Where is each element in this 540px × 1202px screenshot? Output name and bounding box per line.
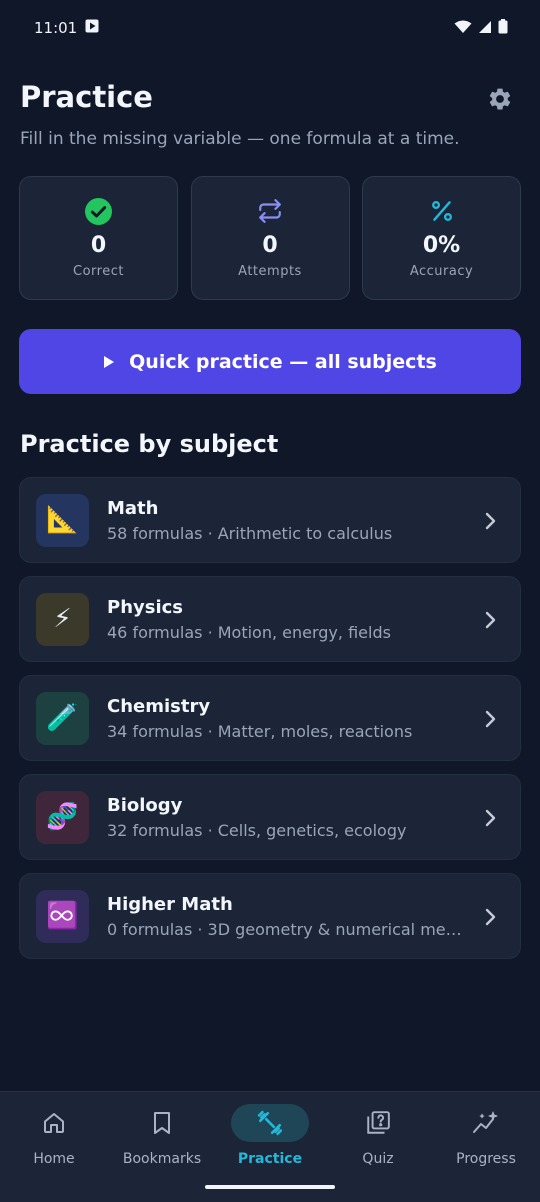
quiz-icon <box>339 1104 417 1142</box>
subject-list: 📐 Math 58 formulas · Arithmetic to calcu… <box>19 477 521 972</box>
stat-label-correct: Correct <box>73 264 124 279</box>
chevron-right-icon <box>485 611 496 629</box>
progress-sparkle-icon <box>447 1104 525 1142</box>
nav-label: Progress <box>456 1151 516 1167</box>
triangle-ruler-icon: 📐 <box>36 493 89 547</box>
quick-practice-button[interactable]: Quick practice — all subjects <box>19 329 521 394</box>
stat-label-accuracy: Accuracy <box>409 264 474 279</box>
subject-desc: 58 formulas · Arithmetic to calculus <box>107 523 393 543</box>
subject-name: Biology <box>107 794 183 816</box>
status-time: 11:01 <box>34 19 78 37</box>
subject-item-math[interactable]: 📐 Math 58 formulas · Arithmetic to calcu… <box>19 477 521 563</box>
header: Practice <box>20 80 520 114</box>
chevron-right-icon <box>485 512 496 530</box>
gear-icon <box>489 88 511 110</box>
stat-value-attempts: 0 <box>262 233 278 258</box>
stats-row: 0 Correct 0 Attempts 0% Accuracy <box>19 176 521 300</box>
nav-label: Home <box>33 1151 75 1167</box>
stat-card-accuracy: 0% Accuracy <box>362 176 521 300</box>
lightning-icon: ⚡ <box>36 592 89 646</box>
section-title: Practice by subject <box>20 430 279 458</box>
nav-label: Bookmarks <box>122 1151 202 1167</box>
stat-value-accuracy: 0% <box>422 233 461 258</box>
dna-icon: 🧬 <box>36 790 89 844</box>
nav-item-quiz[interactable]: Quiz <box>324 1092 432 1202</box>
test-tube-icon: 🧪 <box>36 691 89 745</box>
subject-name: Chemistry <box>107 695 211 717</box>
subject-desc: 34 formulas · Matter, moles, reactions <box>107 721 413 741</box>
subject-item-biology[interactable]: 🧬 Biology 32 formulas · Cells, genetics,… <box>19 774 521 860</box>
percent-icon <box>428 197 456 225</box>
home-icon <box>15 1104 93 1142</box>
infinity-icon: ♾️ <box>36 889 89 943</box>
nav-label: Quiz <box>362 1151 394 1167</box>
nav-item-progress[interactable]: Progress <box>432 1092 540 1202</box>
repeat-icon <box>256 197 284 225</box>
subject-desc: 32 formulas · Cells, genetics, ecology <box>107 820 407 840</box>
subject-name: Higher Math <box>107 893 233 915</box>
status-bar: 11:01 <box>0 0 540 56</box>
battery-icon <box>498 18 508 38</box>
settings-button[interactable] <box>486 85 514 113</box>
media-play-icon <box>85 19 99 37</box>
page-title: Practice <box>20 80 153 114</box>
dumbbell-icon <box>231 1104 309 1142</box>
page-subtitle: Fill in the missing variable — one formu… <box>20 129 460 149</box>
stat-card-correct: 0 Correct <box>19 176 178 300</box>
subject-desc: 46 formulas · Motion, energy, fields <box>107 622 391 642</box>
quick-practice-label: Quick practice — all subjects <box>129 350 437 373</box>
status-left: 11:01 <box>34 19 99 37</box>
play-icon <box>104 355 115 368</box>
chevron-right-icon <box>485 908 496 926</box>
chevron-right-icon <box>485 710 496 728</box>
stat-card-attempts: 0 Attempts <box>190 176 350 300</box>
nav-item-bookmarks[interactable]: Bookmarks <box>108 1092 216 1202</box>
status-right <box>454 18 508 38</box>
subject-desc: 0 formulas · 3D geometry & numerical met… <box>107 919 467 939</box>
nav-item-home[interactable]: Home <box>0 1092 108 1202</box>
stat-label-attempts: Attempts <box>238 264 302 279</box>
home-indicator[interactable] <box>205 1185 335 1189</box>
subject-item-chemistry[interactable]: 🧪 Chemistry 34 formulas · Matter, moles,… <box>19 675 521 761</box>
subject-item-physics[interactable]: ⚡ Physics 46 formulas · Motion, energy, … <box>19 576 521 662</box>
nav-label: Practice <box>237 1151 303 1167</box>
signal-icon <box>478 19 492 38</box>
subject-name: Physics <box>107 596 184 618</box>
check-circle-icon <box>85 197 113 225</box>
wifi-icon <box>454 19 472 38</box>
subject-item-higher-math[interactable]: ♾️ Higher Math 0 formulas · 3D geometry … <box>19 873 521 959</box>
stat-value-correct: 0 <box>90 233 107 258</box>
bookmark-icon <box>123 1104 201 1142</box>
subject-name: Math <box>107 497 159 519</box>
chevron-right-icon <box>485 809 496 827</box>
